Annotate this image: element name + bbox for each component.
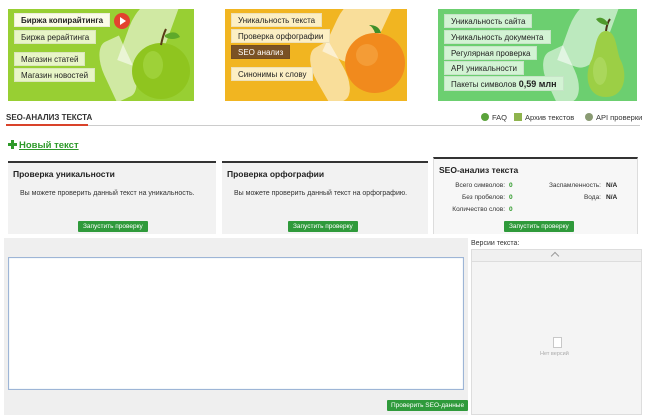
run-uniqueness-check-button[interactable]: Запустить проверку xyxy=(78,221,148,232)
link-text-uniqueness[interactable]: Уникальность текста xyxy=(231,13,323,27)
help-icon xyxy=(481,113,489,121)
run-seo-check-button[interactable]: Запустить проверку xyxy=(504,221,574,232)
symbol-packets[interactable]: Пакеты символов 0,59 млн xyxy=(444,76,564,91)
document-icon xyxy=(553,337,562,348)
new-text-link[interactable]: Новый текст xyxy=(8,140,79,151)
link-synonyms[interactable]: Синонимы к слову xyxy=(231,67,314,81)
card-title: Проверка уникальности xyxy=(13,169,115,179)
new-text-label: Новый текст xyxy=(19,140,79,151)
water-label: Вода: xyxy=(583,194,601,201)
link-api-uniqueness[interactable]: API уникальности xyxy=(444,61,524,75)
card-description: Вы можете проверить данный текст на орфо… xyxy=(234,190,408,197)
link-seo-analysis[interactable]: SEO анализ xyxy=(231,45,291,59)
versions-scroll-up[interactable] xyxy=(472,250,641,262)
link-rewriting-exchange[interactable]: Биржа рерайтинга xyxy=(14,30,97,44)
spam-label: Заспамленность: xyxy=(548,182,601,189)
word-count-value: 0 xyxy=(509,206,513,213)
card-title: SEO-анализ текста xyxy=(439,165,519,175)
section-divider xyxy=(6,125,640,126)
nav-faq-label: FAQ xyxy=(492,113,508,122)
link-document-uniqueness[interactable]: Уникальность документа xyxy=(444,30,551,44)
play-icon[interactable] xyxy=(114,13,130,29)
total-chars-label: Всего символов: xyxy=(455,182,505,189)
archive-icon xyxy=(514,113,522,121)
run-spell-check-button[interactable]: Запустить проверку xyxy=(288,221,358,232)
card-spell-check: Проверка орфографии Вы можете проверить … xyxy=(222,161,428,234)
card-uniqueness-check: Проверка уникальности Вы можете проверит… xyxy=(8,161,216,234)
pear-icon xyxy=(587,17,625,97)
gear-icon xyxy=(585,113,593,121)
orange-icon xyxy=(345,25,405,93)
spam-value: N/A xyxy=(606,182,618,189)
packets-label: Пакеты символов xyxy=(451,80,517,89)
card-seo-analysis: SEO-анализ текста Всего символов: 0 Без … xyxy=(433,157,638,234)
water-value: N/A xyxy=(606,194,618,201)
total-chars-value: 0 xyxy=(509,182,513,189)
link-copywriting-exchange[interactable]: Биржа копирайтинга xyxy=(14,13,111,27)
nav-archive-label: Архив текстов xyxy=(525,113,575,122)
versions-panel: Нет версий xyxy=(471,249,642,415)
no-spaces-label: Без пробелов: xyxy=(461,194,505,201)
link-news-shop[interactable]: Магазин новостей xyxy=(14,68,96,82)
chevron-up-icon xyxy=(550,251,560,261)
versions-label: Версии текста: xyxy=(471,240,520,247)
nav-api-label: API проверки xyxy=(596,113,643,122)
check-seo-data-button[interactable]: Проверить SEO-данные xyxy=(387,400,469,411)
apple-icon xyxy=(132,28,190,99)
banner-copywriting: Биржа копирайтинга Биржа рерайтинга Мага… xyxy=(8,9,194,101)
no-spaces-value: 0 xyxy=(509,194,513,201)
card-description: Вы можете проверить данный текст на уник… xyxy=(20,190,195,197)
link-regular-check[interactable]: Регулярная проверка xyxy=(444,46,538,60)
nav-api[interactable]: API проверки xyxy=(585,113,642,122)
text-editor[interactable] xyxy=(8,257,464,390)
nav-archive[interactable]: Архив текстов xyxy=(514,113,574,122)
card-title: Проверка орфографии xyxy=(227,169,325,179)
banner-site-check: Уникальность сайта Уникальность документ… xyxy=(438,9,637,101)
no-versions-text: Нет версий xyxy=(540,351,569,357)
word-count-label: Количество слов: xyxy=(452,206,505,213)
link-site-uniqueness[interactable]: Уникальность сайта xyxy=(444,14,533,28)
link-article-shop[interactable]: Магазин статей xyxy=(14,52,86,66)
banner-text-check: Уникальность текста Проверка орфографии … xyxy=(225,9,407,101)
active-tab-underline xyxy=(6,124,88,126)
link-spell-check[interactable]: Проверка орфографии xyxy=(231,29,331,43)
nav-faq[interactable]: FAQ xyxy=(481,113,507,122)
page-title: SEO-АНАЛИЗ ТЕКСТА xyxy=(6,113,93,122)
plus-icon xyxy=(8,140,17,149)
packets-value: 0,59 млн xyxy=(518,79,557,89)
